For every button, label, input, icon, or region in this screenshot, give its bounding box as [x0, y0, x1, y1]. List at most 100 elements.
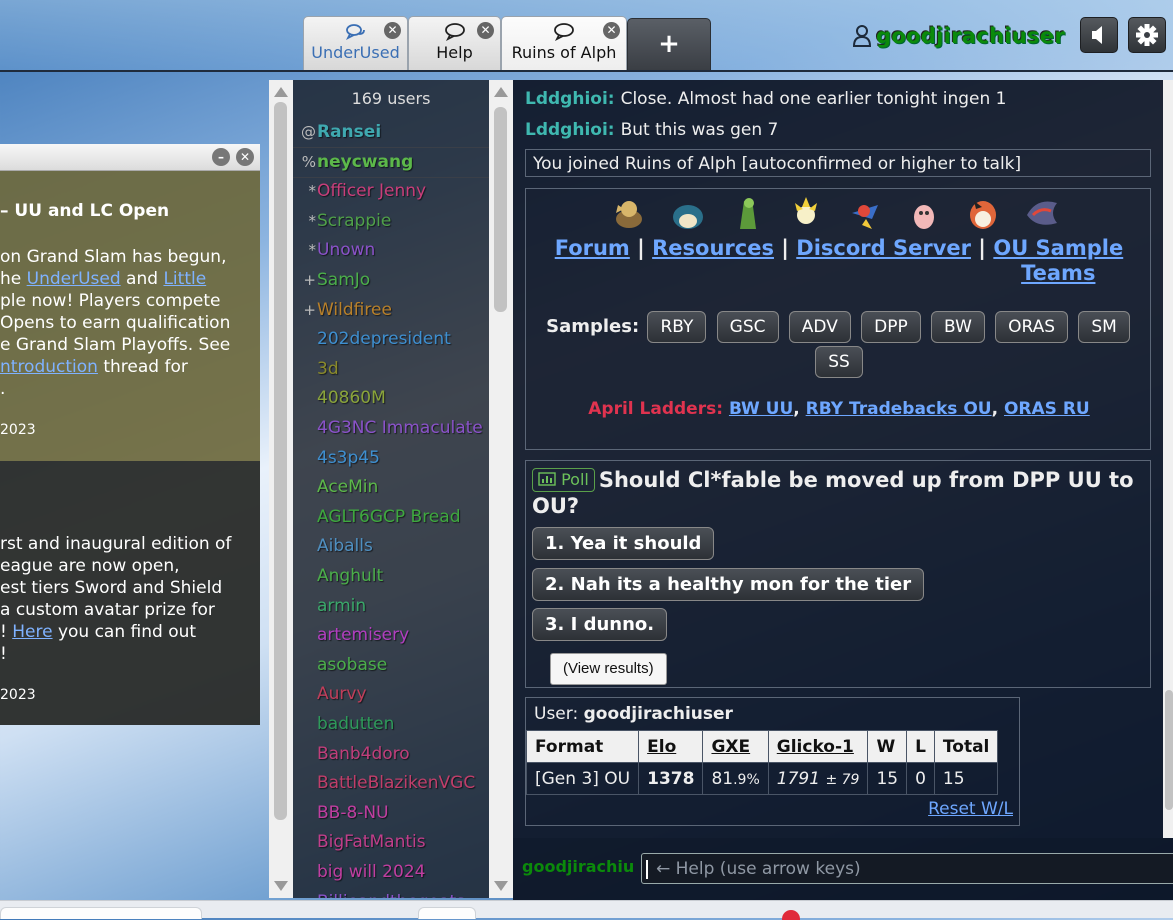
user-list-item[interactable]: armin: [293, 592, 489, 621]
user-name[interactable]: artemisery: [317, 625, 409, 645]
user-list-item[interactable]: AGLT6GCP Bread: [293, 503, 489, 532]
user-list-item[interactable]: asobase: [293, 651, 489, 680]
close-icon[interactable]: ✕: [603, 22, 620, 39]
close-icon[interactable]: ✕: [384, 22, 401, 39]
close-icon[interactable]: ✕: [236, 148, 254, 166]
user-name[interactable]: AGLT6GCP Bread: [317, 507, 460, 527]
tab-ruins-of-alph[interactable]: Ruins of Alph ✕: [501, 16, 627, 70]
user-list-item[interactable]: *Officer Jenny: [293, 177, 489, 206]
here-link[interactable]: Here: [12, 622, 52, 642]
user-list-item[interactable]: 202depresident: [293, 325, 489, 354]
user-name[interactable]: BB-8-NU: [317, 803, 389, 823]
user-name[interactable]: armin: [317, 596, 366, 616]
user-list-item[interactable]: Billieandthegoats: [293, 888, 489, 898]
user-list-item[interactable]: Anghult: [293, 562, 489, 591]
ladder-link-bw-uu[interactable]: BW UU: [729, 399, 793, 419]
sound-button[interactable]: [1080, 17, 1118, 53]
user-list-item[interactable]: %neycwang: [293, 148, 489, 178]
chat-author[interactable]: Lddghioi:: [525, 120, 615, 140]
user-list-item[interactable]: AceMin: [293, 473, 489, 502]
user-list-item[interactable]: @Ransei: [293, 118, 489, 148]
user-name[interactable]: Ransei: [317, 122, 381, 142]
sample-button-sm[interactable]: SM: [1078, 311, 1130, 343]
user-list-item[interactable]: Aurvy: [293, 680, 489, 709]
settings-button[interactable]: [1128, 17, 1166, 53]
user-name[interactable]: 40860M: [317, 388, 386, 408]
user-list-item[interactable]: big will 2024: [293, 858, 489, 887]
userlist-inner-scrollbar[interactable]: [489, 80, 513, 898]
user-list-item[interactable]: badutten: [293, 710, 489, 739]
ladder-link-rby-tradebacks[interactable]: RBY Tradebacks OU: [806, 399, 992, 419]
sample-button-rby[interactable]: RBY: [647, 311, 707, 343]
discord-link[interactable]: Discord Server: [796, 236, 971, 260]
forum-link[interactable]: Forum: [555, 236, 630, 260]
poll-option-3[interactable]: 3. I dunno.: [532, 608, 668, 641]
user-name[interactable]: BigFatMantis: [317, 832, 426, 852]
user-name[interactable]: Anghult: [317, 566, 383, 586]
scrollbar-thumb[interactable]: [274, 102, 287, 820]
scrollbar-thumb[interactable]: [494, 107, 507, 312]
user-list-item[interactable]: Banb4doro: [293, 740, 489, 769]
user-name[interactable]: Billieandthegoats: [317, 892, 465, 898]
page-scrollbar[interactable]: [1163, 80, 1173, 838]
underused-link[interactable]: UnderUsed: [27, 269, 121, 289]
user-name[interactable]: Scrappie: [317, 211, 391, 231]
user-name[interactable]: 4s3p45: [317, 448, 380, 468]
user-name[interactable]: 3d: [317, 359, 339, 379]
user-name[interactable]: BattleBlazikenVGC: [317, 773, 475, 793]
chat-author[interactable]: Lddghioi:: [525, 89, 615, 109]
sample-button-adv[interactable]: ADV: [788, 311, 851, 343]
user-name[interactable]: AceMin: [317, 477, 378, 497]
sample-button-ss[interactable]: SS: [815, 346, 863, 378]
sample-button-dpp[interactable]: DPP: [861, 311, 921, 343]
user-name[interactable]: 4G3NC Immaculate: [317, 418, 483, 438]
ladder-link-oras-ru[interactable]: ORAS RU: [1004, 399, 1090, 419]
user-name[interactable]: Officer Jenny: [317, 181, 426, 201]
user-list-item[interactable]: artemisery: [293, 621, 489, 650]
user-name[interactable]: Wildfiree: [317, 300, 392, 320]
view-results-button[interactable]: (View results): [550, 653, 667, 685]
scroll-down-icon[interactable]: [494, 881, 508, 891]
user-name[interactable]: Banb4doro: [317, 744, 410, 764]
user-name[interactable]: badutten: [317, 714, 394, 734]
user-list-item[interactable]: +SamJo: [293, 266, 489, 295]
notification-icon[interactable]: [782, 910, 800, 920]
sample-button-oras[interactable]: ORAS: [995, 311, 1069, 343]
user-list-item[interactable]: Aiballs: [293, 532, 489, 561]
user-list-item[interactable]: +Wildfiree: [293, 296, 489, 325]
taskbar-item[interactable]: [0, 907, 202, 919]
introduction-link[interactable]: ntroduction: [0, 357, 98, 377]
ou-sample-teams-link[interactable]: OU Sample Teams: [993, 236, 1123, 286]
reset-wl-link[interactable]: Reset W/L: [928, 799, 1013, 819]
user-name[interactable]: asobase: [317, 655, 387, 675]
scroll-up-icon[interactable]: [494, 87, 508, 97]
user-list-item[interactable]: 3d: [293, 355, 489, 384]
user-list-item[interactable]: *Scrappie: [293, 207, 489, 236]
minimize-icon[interactable]: –: [212, 148, 230, 166]
taskbar-item[interactable]: [418, 907, 476, 919]
userlist-scrollbar[interactable]: [269, 80, 293, 898]
scroll-down-icon[interactable]: [274, 881, 288, 891]
user-menu[interactable]: goodjirachiuser: [852, 21, 1065, 51]
user-name[interactable]: Aiballs: [317, 536, 373, 556]
close-icon[interactable]: ✕: [477, 22, 494, 39]
user-name[interactable]: 202depresident: [317, 329, 451, 349]
poll-option-1[interactable]: 1. Yea it should: [532, 527, 715, 560]
user-list-item[interactable]: BB-8-NU: [293, 799, 489, 828]
user-list-item[interactable]: 4G3NC Immaculate: [293, 414, 489, 443]
poll-option-2[interactable]: 2. Nah its a healthy mon for the tier: [532, 568, 925, 601]
user-list-item[interactable]: BattleBlazikenVGC: [293, 769, 489, 798]
scrollbar-thumb[interactable]: [1165, 690, 1173, 810]
sample-button-bw[interactable]: BW: [931, 311, 985, 343]
scroll-up-icon[interactable]: [274, 87, 288, 97]
add-tab-button[interactable]: +: [627, 18, 711, 70]
user-name[interactable]: Aurvy: [317, 684, 367, 704]
user-list-item[interactable]: 4s3p45: [293, 444, 489, 473]
chat-input[interactable]: ← Help (use arrow keys): [641, 853, 1173, 884]
user-name[interactable]: neycwang: [317, 152, 413, 172]
tab-underused[interactable]: UnderUsed ✕: [303, 16, 408, 70]
little-cup-link[interactable]: Little: [163, 269, 206, 289]
input-username[interactable]: goodjirachiuser: [522, 857, 635, 876]
user-name[interactable]: big will 2024: [317, 862, 425, 882]
tab-help[interactable]: Help ✕: [408, 16, 501, 70]
